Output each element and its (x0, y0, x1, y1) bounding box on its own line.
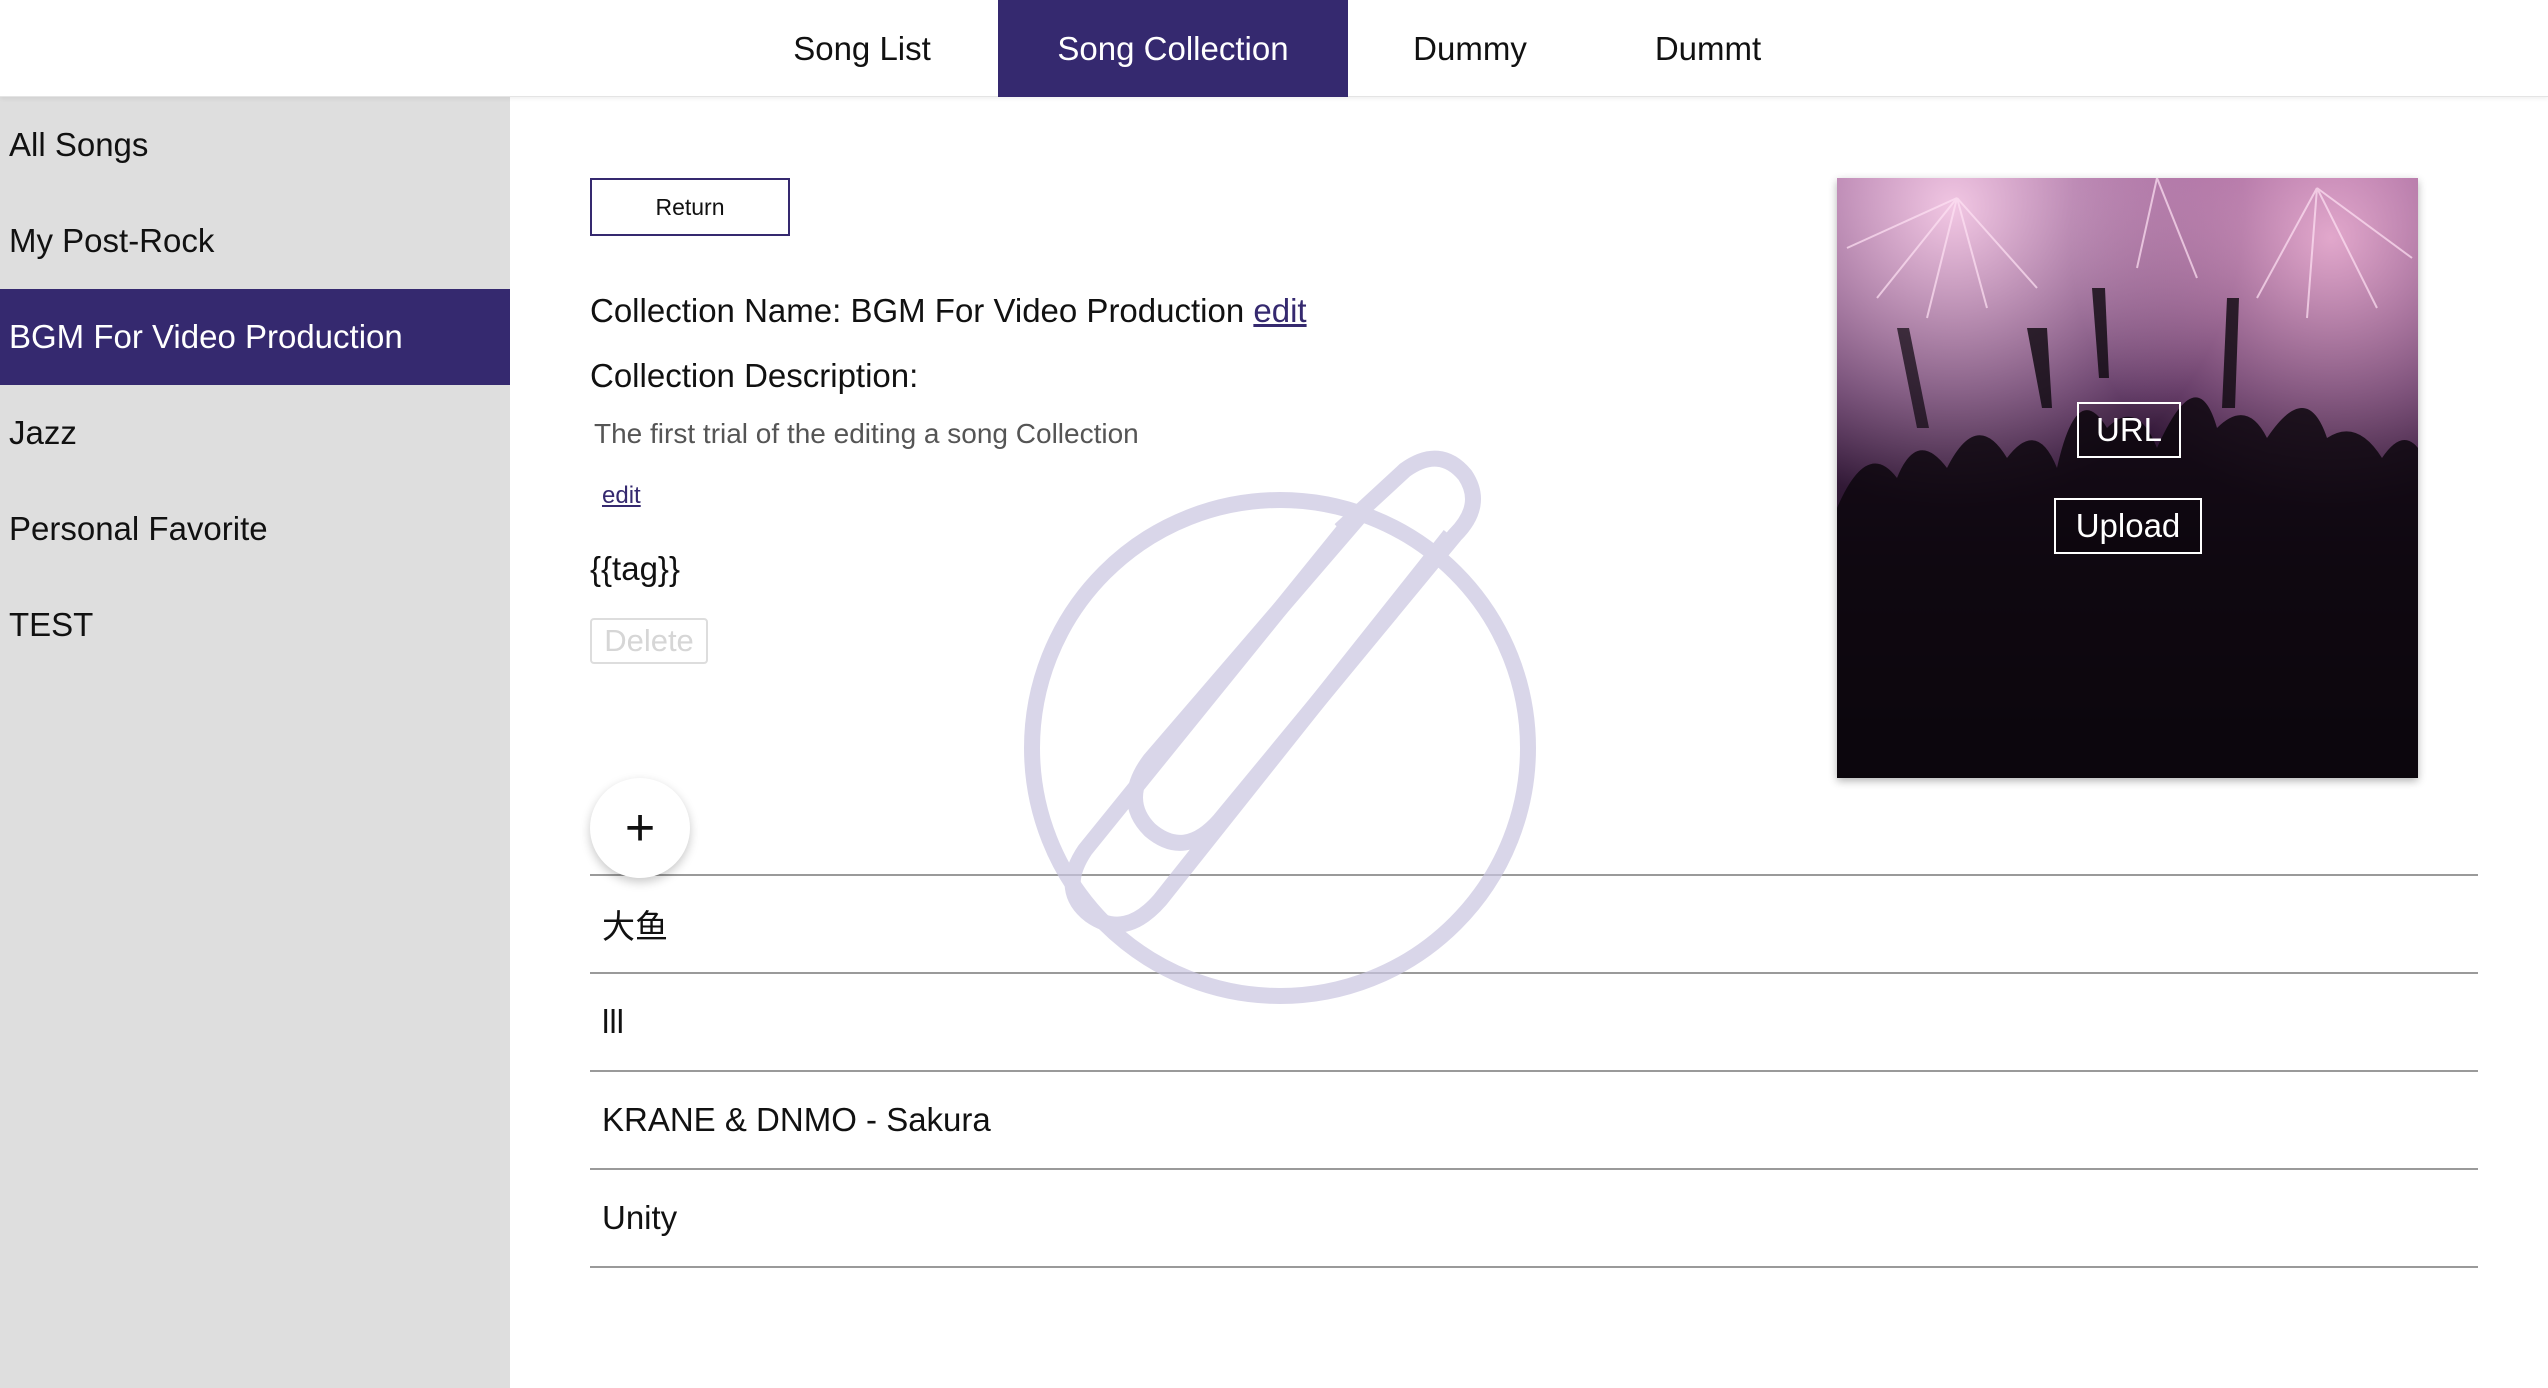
return-button[interactable]: Return (590, 178, 790, 236)
sidebar-item-my-post-rock[interactable]: My Post-Rock (0, 193, 510, 289)
sidebar-item-jazz[interactable]: Jazz (0, 385, 510, 481)
song-list: 大鱼 lll KRANE & DNMO - Sakura Unity (590, 874, 2478, 1268)
tab-dummy[interactable]: Dummy (1370, 0, 1570, 97)
collection-cover-image: URL Upload (1837, 178, 2418, 778)
song-row[interactable]: 大鱼 (590, 876, 2478, 974)
collection-name-row: Collection Name: BGM For Video Productio… (590, 292, 1307, 330)
cover-upload-button[interactable]: Upload (2054, 498, 2202, 554)
top-nav: Song List Song Collection Dummy Dummt (0, 0, 2548, 97)
song-row[interactable]: KRANE & DNMO - Sakura (590, 1072, 2478, 1170)
sidebar: All Songs My Post-Rock BGM For Video Pro… (0, 97, 510, 1388)
collection-description-label: Collection Description: (590, 357, 919, 394)
collection-name: BGM For Video Production (850, 292, 1245, 329)
delete-button[interactable]: Delete (590, 618, 708, 664)
tab-dummt[interactable]: Dummt (1608, 0, 1808, 97)
collection-name-edit-link[interactable]: edit (1253, 292, 1306, 329)
sidebar-item-all-songs[interactable]: All Songs (0, 97, 510, 193)
sidebar-item-personal-favorite[interactable]: Personal Favorite (0, 481, 510, 577)
plus-icon: + (624, 799, 656, 857)
song-row[interactable]: lll (590, 974, 2478, 1072)
song-row[interactable]: Unity (590, 1170, 2478, 1268)
tab-song-list[interactable]: Song List (762, 0, 962, 97)
tag-placeholder: {{tag}} (590, 550, 680, 587)
collection-description: The first trial of the editing a song Co… (594, 418, 1139, 449)
concert-crowd-image (1837, 178, 2418, 778)
tab-song-collection[interactable]: Song Collection (998, 0, 1348, 97)
collection-name-label: Collection Name: (590, 292, 851, 329)
sidebar-item-bgm-for-video-production[interactable]: BGM For Video Production (0, 289, 510, 385)
description-edit-link[interactable]: edit (602, 482, 641, 510)
cover-url-button[interactable]: URL (2077, 402, 2181, 458)
add-song-button[interactable]: + (590, 778, 690, 878)
sidebar-item-test[interactable]: TEST (0, 577, 510, 673)
